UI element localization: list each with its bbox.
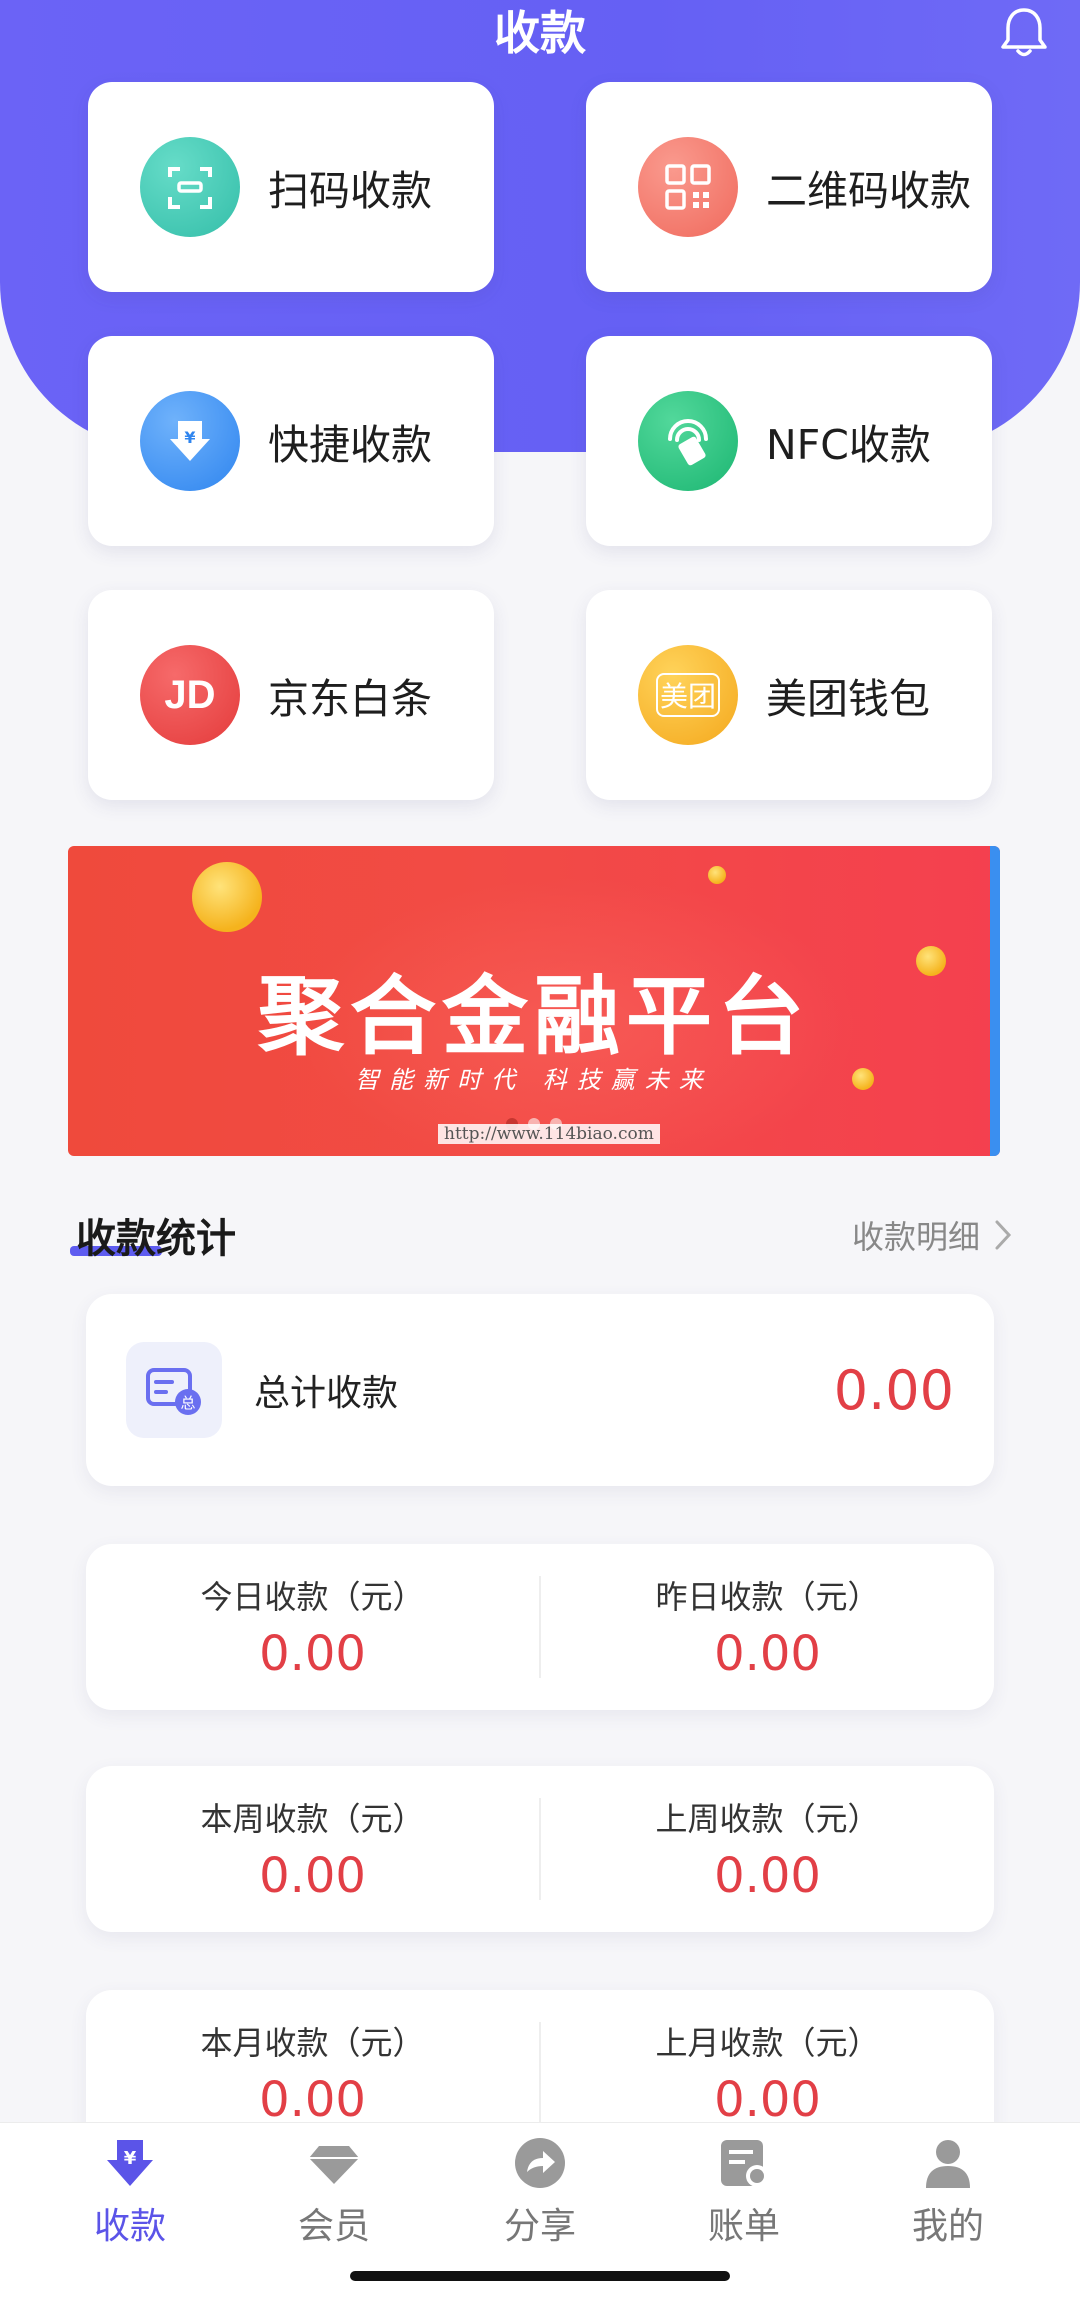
share-icon bbox=[512, 2135, 568, 2191]
tile-label: 美团钱包 bbox=[766, 675, 930, 723]
qrcode-pay-tile[interactable]: 二维码收款 bbox=[586, 82, 992, 292]
stat-label: 昨日收款（元） bbox=[655, 1578, 880, 1616]
meituan-icon: 美团 bbox=[638, 645, 738, 745]
total-collection-card[interactable]: 总 总计收款 0.00 bbox=[86, 1294, 994, 1486]
stat-value: 0.00 bbox=[259, 1626, 366, 1682]
promo-banner[interactable]: 聚合金融平台 智能新时代 科技赢未来 bbox=[68, 846, 1000, 1156]
tab-label: 分享 bbox=[503, 2206, 576, 2247]
stat-value: 0.00 bbox=[259, 2072, 366, 2128]
stats-card-week: 本周收款（元） 0.00 上周收款（元） 0.00 bbox=[86, 1766, 994, 1932]
member-diamond-icon bbox=[306, 2135, 362, 2191]
total-label: 总计收款 bbox=[254, 1373, 399, 1414]
stats-card-day: 今日收款（元） 0.00 昨日收款（元） 0.00 bbox=[86, 1544, 994, 1710]
bill-icon bbox=[716, 2135, 772, 2191]
tile-label: NFC收款 bbox=[766, 421, 931, 469]
coin-decoration bbox=[192, 862, 262, 932]
stat-yesterday[interactable]: 昨日收款（元） 0.00 bbox=[541, 1544, 994, 1710]
tab-label: 会员 bbox=[297, 2206, 370, 2247]
next-banner-peek bbox=[990, 846, 1000, 1156]
nfc-pay-tile[interactable]: NFC收款 bbox=[586, 336, 992, 546]
stat-value: 0.00 bbox=[714, 1626, 821, 1682]
stat-value: 0.00 bbox=[714, 1848, 821, 1904]
tab-label: 账单 bbox=[707, 2206, 780, 2247]
detail-link-label: 收款明细 bbox=[851, 1218, 980, 1256]
stat-label: 今日收款（元） bbox=[200, 1578, 425, 1616]
tab-collect[interactable]: ¥ 收款 bbox=[50, 2135, 210, 2249]
total-wallet-icon: 总 bbox=[126, 1342, 222, 1438]
banner-title: 聚合金融平台 bbox=[258, 967, 810, 1067]
quick-pay-tile[interactable]: ¥ 快捷收款 bbox=[88, 336, 494, 546]
tab-member[interactable]: 会员 bbox=[254, 2135, 414, 2249]
chevron-right-icon bbox=[995, 1220, 1012, 1250]
tab-share[interactable]: 分享 bbox=[460, 2135, 620, 2249]
total-value: 0.00 bbox=[833, 1358, 954, 1422]
scan-icon bbox=[140, 137, 240, 237]
tile-label: 京东白条 bbox=[268, 675, 432, 723]
stat-this-week[interactable]: 本周收款（元） 0.00 bbox=[86, 1766, 539, 1932]
page-title: 收款 bbox=[494, 6, 586, 60]
stat-label: 上月收款（元） bbox=[655, 2024, 880, 2062]
tab-label: 收款 bbox=[93, 2206, 166, 2247]
stat-last-week[interactable]: 上周收款（元） 0.00 bbox=[541, 1766, 994, 1932]
tab-bill[interactable]: 账单 bbox=[664, 2135, 824, 2249]
banner-subtitle: 智能新时代 科技赢未来 bbox=[355, 1066, 713, 1094]
watermark: http://www.114biao.com bbox=[438, 1124, 660, 1144]
quick-pay-icon: ¥ bbox=[140, 391, 240, 491]
jd-baitiao-tile[interactable]: JD 京东白条 bbox=[88, 590, 494, 800]
tile-label: 二维码收款 bbox=[766, 167, 971, 215]
qrcode-icon bbox=[638, 137, 738, 237]
stat-label: 上周收款（元） bbox=[655, 1800, 880, 1838]
stat-today[interactable]: 今日收款（元） 0.00 bbox=[86, 1544, 539, 1710]
svg-text:¥: ¥ bbox=[124, 2148, 137, 2169]
collection-detail-link[interactable]: 收款明细 bbox=[852, 1212, 1012, 1258]
stat-label: 本月收款（元） bbox=[200, 2024, 425, 2062]
section-title: 收款统计 bbox=[76, 1216, 236, 1262]
collect-icon: ¥ bbox=[102, 2135, 158, 2191]
nfc-icon bbox=[638, 391, 738, 491]
tile-label: 扫码收款 bbox=[268, 167, 432, 215]
jd-icon: JD bbox=[140, 645, 240, 745]
stat-value: 0.00 bbox=[714, 2072, 821, 2128]
scan-pay-tile[interactable]: 扫码收款 bbox=[88, 82, 494, 292]
svg-text:总: 总 bbox=[180, 1394, 195, 1412]
meituan-icon-text: 美团 bbox=[655, 673, 720, 717]
stat-value: 0.00 bbox=[259, 1848, 366, 1904]
meituan-wallet-tile[interactable]: 美团 美团钱包 bbox=[586, 590, 992, 800]
home-indicator[interactable] bbox=[350, 2271, 730, 2281]
tab-label: 我的 bbox=[911, 2206, 984, 2247]
profile-icon bbox=[920, 2135, 976, 2191]
stat-label: 本周收款（元） bbox=[200, 1800, 425, 1838]
coin-decoration bbox=[708, 866, 726, 884]
tile-label: 快捷收款 bbox=[268, 421, 432, 469]
bell-icon[interactable] bbox=[994, 2, 1054, 62]
svg-text:¥: ¥ bbox=[184, 428, 195, 447]
jd-icon-text: JD bbox=[164, 672, 216, 717]
tab-profile[interactable]: 我的 bbox=[868, 2135, 1028, 2249]
